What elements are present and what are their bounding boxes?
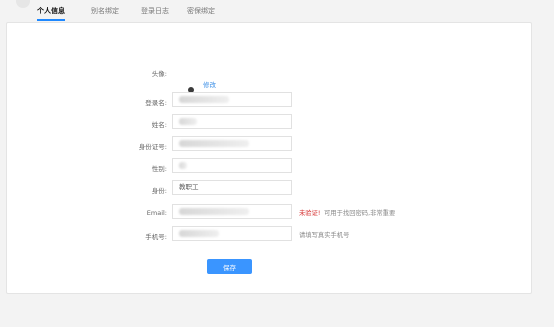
- email-label: Email:: [146, 209, 167, 217]
- tab-security-binding[interactable]: 密保绑定: [187, 6, 215, 16]
- phone-note: 请填写真实手机号: [299, 232, 350, 239]
- redacted-value: [179, 140, 249, 147]
- tab-bar: 个人信息 别名绑定 登录日志 密保绑定: [0, 0, 554, 21]
- user-avatar-stub: [16, 0, 30, 8]
- identity-field[interactable]: 教职工: [172, 180, 292, 195]
- name-label: 姓名:: [151, 121, 167, 129]
- redacted-value: [179, 118, 197, 125]
- redacted-value: [179, 96, 229, 103]
- name-field[interactable]: [172, 114, 292, 129]
- gender-label: 性别:: [151, 165, 167, 173]
- identity-label: 身份:: [151, 187, 167, 195]
- tab-alias-binding[interactable]: 别名绑定: [91, 6, 119, 16]
- gender-field[interactable]: [172, 158, 292, 173]
- redacted-value: [179, 230, 219, 237]
- tab-login-log[interactable]: 登录日志: [141, 6, 169, 16]
- email-field[interactable]: [172, 204, 292, 219]
- redacted-value: [179, 162, 187, 169]
- idcard-label: 身份证号:: [138, 143, 167, 151]
- idcard-field[interactable]: [172, 136, 292, 151]
- tab-personal-info[interactable]: 个人信息: [37, 6, 65, 21]
- profile-card: 头像: 修改 登录名: 姓名: 身份证号: 性别: 身份: 教职工 Email:…: [6, 22, 532, 294]
- email-note: 可用于找回密码,非常重要: [324, 210, 396, 217]
- avatar-label: 头像:: [151, 70, 167, 78]
- phone-label: 手机号:: [145, 233, 167, 241]
- phone-field[interactable]: [172, 226, 292, 241]
- avatar-change-link[interactable]: 修改: [203, 79, 216, 89]
- username-label: 登录名:: [145, 99, 167, 107]
- username-field[interactable]: [172, 92, 292, 107]
- email-unverified-warning: 未验证!: [299, 210, 321, 217]
- save-button[interactable]: 保存: [207, 259, 252, 274]
- redacted-value: [179, 208, 249, 215]
